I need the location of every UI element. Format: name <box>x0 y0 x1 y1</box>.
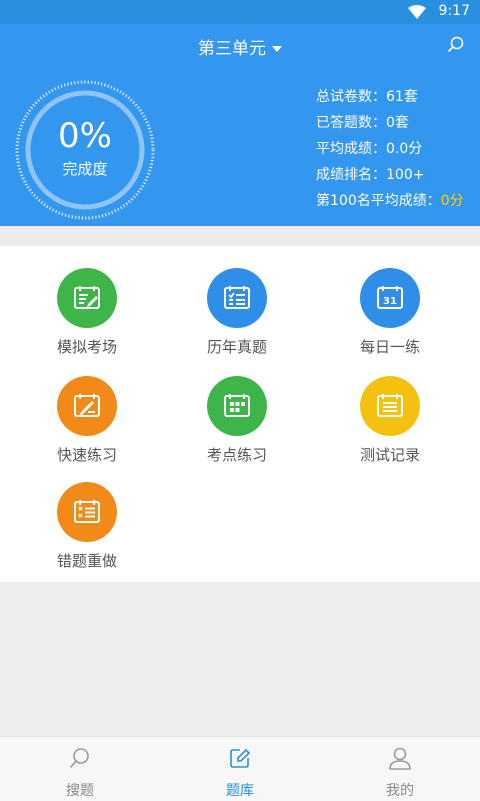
search-icon[interactable] <box>448 36 464 52</box>
progress-header: 0% 完成度 总试卷数：61套 已答题数：0套 平均成绩：0.0分 成绩排名：1… <box>0 66 480 226</box>
calendar-list-icon <box>377 394 403 417</box>
tab-search[interactable]: 搜题 <box>0 745 160 800</box>
stat-rank: 成绩排名：100+ <box>316 162 464 188</box>
tab-mine[interactable]: 我的 <box>320 745 480 800</box>
wifi-icon <box>408 5 426 19</box>
status-bar: 9:17 <box>0 0 480 24</box>
menu-item-label: 模拟考场 <box>56 338 117 356</box>
menu-item-label: 错题重做 <box>56 552 117 570</box>
stats-panel: 总试卷数：61套 已答题数：0套 平均成绩：0.0分 成绩排名：100+ 第10… <box>316 84 464 214</box>
menu-item-label: 测试记录 <box>359 446 420 464</box>
search-icon <box>70 748 89 768</box>
tab-label: 搜题 <box>66 783 94 799</box>
menu-item-label: 考点练习 <box>206 446 267 464</box>
menu-item-redo-wrong[interactable]: 错题重做 <box>12 482 162 571</box>
menu-icon-circle <box>207 376 267 436</box>
status-time: 9:17 <box>438 3 470 19</box>
unit-selector[interactable]: 第三单元 <box>0 34 480 59</box>
tab-question-bank[interactable]: 题库 <box>160 745 320 800</box>
checklist-calendar-icon <box>224 286 250 309</box>
completion-label: 完成度 <box>62 160 108 178</box>
stat-100th-average: 第100名平均成绩：0分 <box>316 188 464 214</box>
bottom-nav: 搜题 题库 我的 <box>0 736 480 801</box>
stat-answered: 已答题数：0套 <box>316 110 464 136</box>
calendar-wrong-icon <box>74 500 100 523</box>
edit-icon <box>230 748 251 768</box>
menu-icon-circle <box>207 268 267 328</box>
menu-item-label: 历年真题 <box>206 338 267 356</box>
tab-label: 题库 <box>226 783 254 799</box>
menu-item-label: 每日一练 <box>359 338 420 356</box>
tab-label: 我的 <box>386 783 414 799</box>
calendar-31-icon: 31 <box>377 286 403 309</box>
menu-item-label: 快速练习 <box>56 446 117 464</box>
stat-value: 61套 <box>386 89 418 105</box>
menu-icon-circle <box>57 268 117 328</box>
user-icon <box>389 747 411 770</box>
section-divider <box>0 226 480 246</box>
menu-item-test-records[interactable]: 测试记录 <box>315 376 465 465</box>
menu-item-quick-practice[interactable]: 快速练习 <box>12 376 162 465</box>
stat-value: 0分 <box>440 193 464 209</box>
stat-average-score: 平均成绩：0.0分 <box>316 136 464 162</box>
stat-label: 第100名平均成绩： <box>316 193 441 209</box>
menu-icon-circle <box>57 482 117 542</box>
menu-item-mock-exam[interactable]: 模拟考场 <box>12 268 162 357</box>
unit-title: 第三单元 <box>198 39 266 59</box>
completion-percent: 0% <box>58 116 112 156</box>
stat-value: 100+ <box>386 167 425 183</box>
chevron-down-icon <box>272 46 282 52</box>
exam-pencil-icon <box>74 286 100 309</box>
stat-label: 已答题数： <box>316 115 386 131</box>
menu-item-past-papers[interactable]: 历年真题 <box>162 268 312 357</box>
calendar-edit-icon <box>74 394 100 417</box>
title-bar: 第三单元 <box>0 24 480 66</box>
menu-item-topic-practice[interactable]: 考点练习 <box>162 376 312 465</box>
menu-icon-circle <box>360 376 420 436</box>
menu-grid: 模拟考场 历年真题 31 每日一练 快速练习 考点练习 测试记录 错题重做 <box>0 246 480 582</box>
stat-total-papers: 总试卷数：61套 <box>316 84 464 110</box>
svg-text:31: 31 <box>383 296 397 307</box>
menu-item-daily-practice[interactable]: 31 每日一练 <box>315 268 465 357</box>
stat-value: 0.0分 <box>386 141 423 157</box>
menu-icon-circle <box>57 376 117 436</box>
stat-label: 平均成绩： <box>316 141 386 157</box>
menu-icon-circle: 31 <box>360 268 420 328</box>
stat-label: 总试卷数： <box>316 89 386 105</box>
calendar-grid-icon <box>224 394 250 417</box>
stat-label: 成绩排名： <box>316 167 386 183</box>
stat-value: 0套 <box>386 115 409 131</box>
